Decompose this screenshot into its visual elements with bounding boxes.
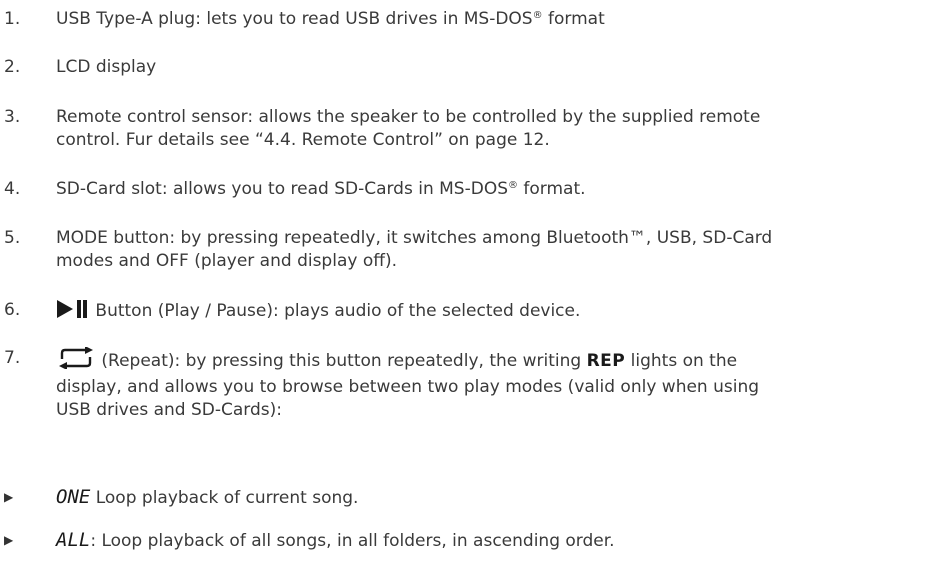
item-text: SD-Card slot: allows you to read SD-Card… bbox=[56, 179, 586, 199]
play-pause-icon bbox=[56, 299, 90, 326]
item-number: 4. bbox=[4, 179, 21, 199]
registered-mark: ® bbox=[532, 10, 543, 21]
item-number: 2. bbox=[4, 57, 21, 77]
lcd-one-label: ONE bbox=[56, 486, 91, 508]
lcd-all-label: ALL bbox=[56, 529, 91, 551]
item-text: (Repeat): by pressing this button repeat… bbox=[56, 346, 934, 422]
bullet-arrow-icon: ▶ bbox=[4, 533, 14, 547]
item-number: 3. bbox=[4, 107, 21, 127]
registered-mark: ® bbox=[508, 180, 518, 191]
bullet-arrow-icon: ▶ bbox=[4, 490, 14, 504]
item-text: Remote control sensor: allows the speake… bbox=[56, 107, 761, 150]
rep-indicator: REP bbox=[586, 351, 626, 371]
manual-page: 1. USB Type-A plug: lets you to read USB… bbox=[0, 0, 939, 570]
item-text: LCD display bbox=[56, 57, 157, 77]
item-text: MODE button: by pressing repeatedly, it … bbox=[56, 228, 773, 271]
item-text: Button (Play / Pause): plays audio of th… bbox=[56, 299, 934, 326]
item-number: 5. bbox=[4, 228, 21, 248]
item-number: 6. bbox=[4, 300, 21, 320]
repeat-icon bbox=[56, 346, 96, 376]
bullet-text: ONE Loop playback of current song. bbox=[56, 486, 359, 508]
item-text: USB Type-A plug: lets you to read USB dr… bbox=[56, 9, 605, 29]
bullet-text: ALL: Loop playback of all songs, in all … bbox=[56, 529, 615, 551]
item-number: 1. bbox=[4, 9, 21, 29]
item-number: 7. bbox=[4, 348, 21, 368]
